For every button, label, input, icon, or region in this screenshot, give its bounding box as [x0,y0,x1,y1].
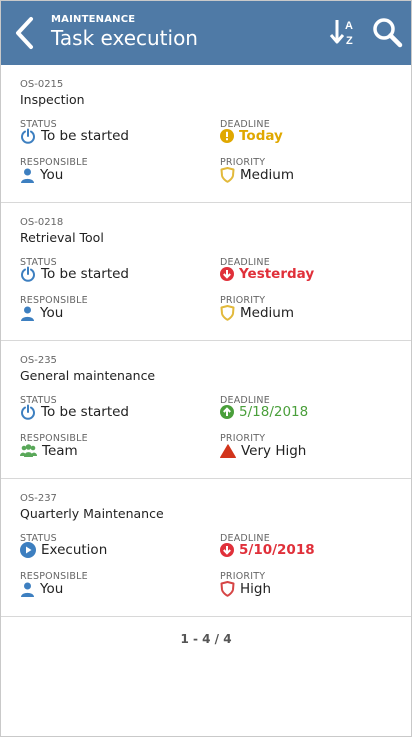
task-card[interactable]: OS-0215 Inspection STATUS To be started … [1,65,411,203]
status-value: To be started [20,266,129,282]
priority-value: Medium [220,305,294,321]
priority-text: Medium [240,305,294,321]
header-supertitle: MAINTENANCE [51,14,136,25]
pagination-indicator: 1 - 4 / 4 [180,632,232,646]
deadline-text: Today [239,128,283,144]
sort-button[interactable]: A Z [329,17,359,47]
app-header: MAINTENANCE Task execution A Z [1,1,411,65]
sort-alpha-icon: A Z [329,20,353,47]
person-icon [21,168,34,183]
person-icon [21,306,34,321]
triangle-icon [220,444,236,458]
deadline-value: 5/18/2018 [220,404,308,420]
task-name: Retrieval Tool [20,230,104,245]
responsible-value: Team [20,443,78,459]
back-button[interactable] [13,15,37,51]
status-text: To be started [41,128,129,144]
status-value: Execution [20,542,107,558]
arrow-down-circle-icon [220,267,234,281]
priority-text: High [240,581,272,597]
task-card[interactable]: OS-0218 Retrieval Tool STATUS To be star… [1,203,411,341]
deadline-value: 5/10/2018 [220,542,315,558]
shield-icon [220,581,235,597]
task-card[interactable]: OS-235 General maintenance STATUS To be … [1,341,411,479]
play-circle-icon [20,542,36,558]
status-value: To be started [20,128,129,144]
task-code: OS-0215 [20,79,64,90]
task-code: OS-0218 [20,217,64,228]
warning-circle-icon [220,129,234,143]
header-titles: MAINTENANCE Task execution [51,14,198,50]
priority-text: Medium [240,167,294,183]
task-code: OS-237 [20,493,57,504]
priority-value: High [220,581,271,597]
power-icon [21,128,35,144]
priority-text: Very High [241,443,307,459]
task-list: OS-0215 Inspection STATUS To be started … [1,65,411,617]
deadline-text: 5/10/2018 [239,542,315,558]
status-value: To be started [20,404,129,420]
power-icon [21,266,35,282]
deadline-value: Today [220,128,283,144]
app-frame: MAINTENANCE Task execution A Z OS-0215 I… [0,0,412,737]
deadline-text: Yesterday [239,266,315,282]
chevron-left-icon [16,17,33,49]
svg-text:Z: Z [346,35,353,47]
task-card[interactable]: OS-237 Quarterly Maintenance STATUS Exec… [1,479,411,617]
team-icon [20,444,37,457]
task-name: Inspection [20,92,85,107]
status-text: Execution [41,542,108,558]
task-name: Quarterly Maintenance [20,506,164,521]
responsible-text: You [40,167,64,183]
arrow-up-circle-icon [220,405,234,419]
task-name: General maintenance [20,368,156,383]
task-code: OS-235 [20,355,57,366]
shield-icon [220,305,235,321]
responsible-value: You [20,581,63,597]
responsible-value: You [20,305,63,321]
priority-value: Medium [220,167,294,183]
svg-text:A: A [345,20,353,32]
power-icon [21,404,35,420]
deadline-value: Yesterday [220,266,314,282]
arrow-down-circle-icon [220,543,234,557]
page-title: Task execution [51,26,198,50]
responsible-text: Team [42,443,78,459]
person-icon [21,582,34,597]
responsible-text: You [40,581,64,597]
search-button[interactable] [371,16,403,48]
responsible-text: You [40,305,64,321]
deadline-text: 5/18/2018 [239,404,309,420]
responsible-value: You [20,167,63,183]
status-text: To be started [41,404,129,420]
status-text: To be started [41,266,129,282]
shield-icon [220,167,235,183]
search-icon [373,18,403,48]
priority-value: Very High [220,443,306,459]
